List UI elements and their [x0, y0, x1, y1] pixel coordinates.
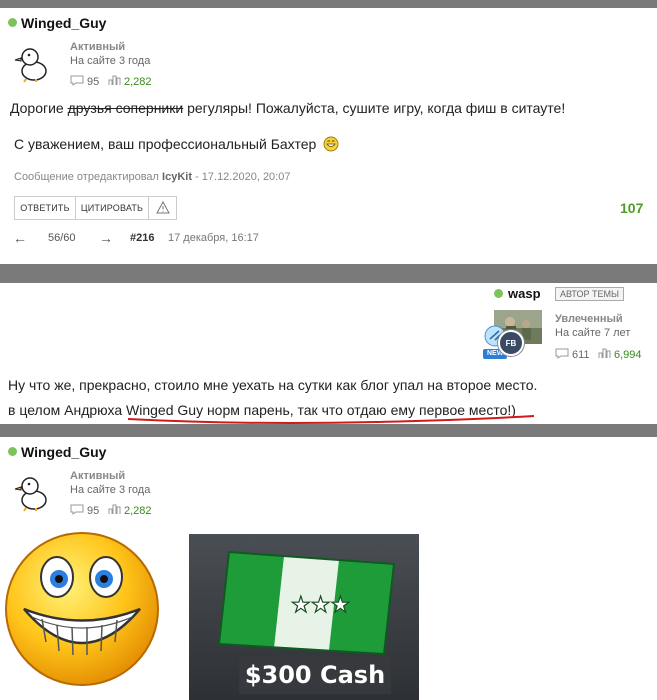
- edited-note: Сообщение отредактировал IcyKit - 17.12.…: [14, 171, 290, 183]
- fb-badge-label: FB: [505, 338, 517, 348]
- post-number[interactable]: #216: [130, 232, 154, 244]
- comment-icon: [70, 75, 84, 89]
- big-grin-smiley-image: [5, 532, 159, 686]
- post-text-part: в целом Андрюха: [8, 402, 127, 418]
- edited-prefix: Сообщение отредактировал: [14, 171, 163, 183]
- username[interactable]: wasp: [508, 286, 541, 301]
- user-rank: Увлеченный: [555, 313, 623, 325]
- comment-count: 95: [70, 75, 99, 89]
- post-text-line-1: Ну что же, прекрасно, стоило мне уехать …: [8, 377, 538, 393]
- comment-count: 95: [70, 504, 99, 518]
- red-underline-mark: [127, 415, 535, 424]
- comment-icon: [555, 348, 569, 362]
- reply-button[interactable]: ОТВЕТИТЬ: [14, 196, 76, 220]
- comment-count-value: 611: [572, 349, 590, 361]
- cash-reward-image: ★★★ $300 Cash: [189, 534, 419, 700]
- page-indicator: 56/60: [48, 232, 76, 244]
- rating-count: 2,282: [108, 75, 152, 89]
- post-text: Дорогие друзья соперники регуляры! Пожал…: [10, 100, 565, 116]
- user-rank: Активный: [70, 470, 126, 482]
- post-separator: [0, 0, 657, 8]
- author-badge: АВТОР ТЕМЫ: [555, 287, 624, 301]
- avatar[interactable]: [12, 44, 52, 84]
- grin-smiley-icon: [323, 136, 339, 155]
- bar-chart-icon: [108, 504, 121, 518]
- rating-count: 2,282: [108, 504, 152, 518]
- member-since: На сайте 3 года: [70, 55, 151, 67]
- cash-label: $300 Cash: [244, 661, 386, 689]
- username[interactable]: Winged_Guy: [21, 444, 106, 460]
- edited-date: - 17.12.2020, 20:07: [192, 171, 291, 183]
- next-arrow-icon[interactable]: →: [99, 230, 113, 246]
- report-button[interactable]: [148, 196, 177, 220]
- cash-label-box: $300 Cash: [239, 656, 391, 694]
- rating-value: 2,282: [124, 76, 152, 88]
- svg-text:★★★: ★★★: [291, 593, 350, 618]
- comment-count-value: 95: [87, 76, 100, 88]
- rating-value: 2,282: [124, 505, 152, 517]
- rating-count: 6,994: [598, 348, 642, 362]
- comment-icon: [70, 504, 84, 518]
- username[interactable]: Winged_Guy: [21, 15, 106, 31]
- warning-icon: [155, 200, 170, 216]
- editor-name[interactable]: IcyKit: [162, 171, 192, 183]
- prev-arrow-icon[interactable]: ←: [13, 230, 27, 246]
- post-1: Winged_Guy Активный На сайте 3 года 95 2…: [0, 8, 657, 264]
- member-since: На сайте 3 года: [70, 484, 151, 496]
- online-indicator: [494, 289, 503, 298]
- comment-count-value: 95: [87, 505, 100, 517]
- online-indicator: [8, 18, 17, 27]
- signature-text: С уважением, ваш профессиональный Бахтер: [14, 136, 317, 152]
- post-2: wasp АВТОР ТЕМЫ NEW FB Увлеченный На сай…: [0, 283, 657, 424]
- bar-chart-icon: [598, 348, 611, 362]
- user-rank: Активный: [70, 41, 126, 53]
- rating-value: 6,994: [614, 349, 642, 361]
- post-text-part: регуляры! Пожалуйста, сушите игру, когда…: [183, 100, 566, 116]
- post-date: 17 декабря, 16:17: [168, 232, 259, 244]
- signature: С уважением, ваш профессиональный Бахтер: [14, 136, 339, 155]
- fb-badge-icon: FB: [498, 330, 524, 356]
- avatar[interactable]: [12, 473, 52, 513]
- quote-button[interactable]: ЦИТИРОВАТЬ: [75, 196, 149, 220]
- post-3: Winged_Guy Активный На сайте 3 года 95 2…: [0, 437, 657, 700]
- post-text-part: Дорогие: [10, 100, 68, 116]
- online-indicator: [8, 447, 17, 456]
- strikethrough-text: друзья соперники: [67, 100, 184, 116]
- bar-chart-icon: [108, 75, 121, 89]
- comment-count: 611: [555, 348, 590, 362]
- post-score: 107: [620, 200, 644, 216]
- post-separator: [0, 264, 657, 283]
- member-since: На сайте 7 лет: [555, 327, 631, 339]
